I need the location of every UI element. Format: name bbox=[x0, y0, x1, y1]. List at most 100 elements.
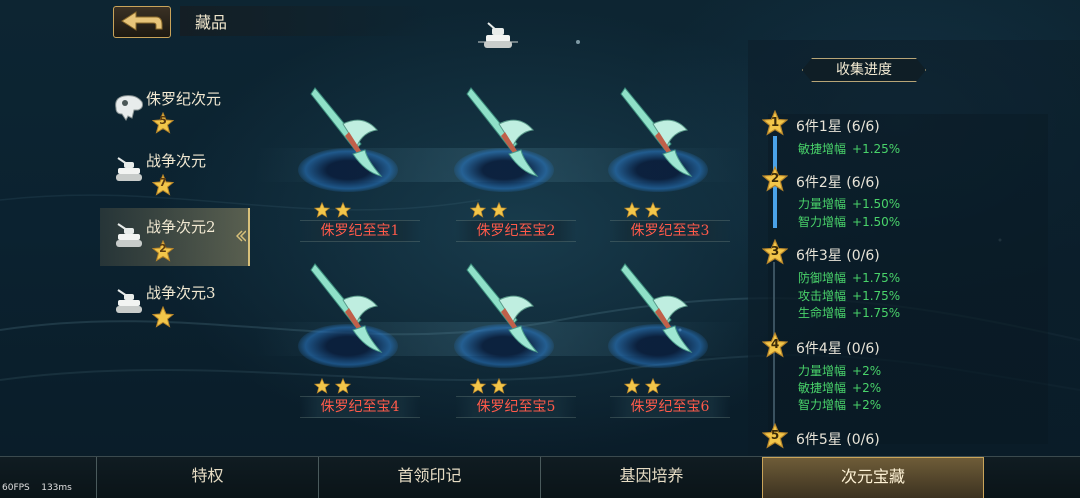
collection-item[interactable]: 侏罗纪至宝6 bbox=[588, 262, 730, 422]
item-stars bbox=[624, 378, 662, 394]
category-item-war[interactable]: 战争次元 7 bbox=[100, 142, 250, 200]
tab-dimension-treasure[interactable]: 次元宝藏 bbox=[762, 457, 984, 498]
star-icon bbox=[645, 378, 662, 394]
star-badge: 5 bbox=[151, 111, 175, 134]
category-name: 战争次元2 bbox=[146, 218, 216, 236]
bonus-name: 力量增幅 bbox=[798, 364, 847, 378]
tier-star-number: 1 bbox=[770, 115, 780, 129]
bonus-value: +2% bbox=[852, 398, 882, 412]
tank-icon bbox=[116, 223, 142, 247]
fps-counter: 60FPS 133ms bbox=[2, 483, 72, 493]
sword-icon bbox=[620, 87, 693, 177]
back-arrow-icon bbox=[121, 11, 163, 31]
star-icon bbox=[470, 378, 486, 394]
item-name: 侏罗纪至宝3 bbox=[610, 220, 730, 242]
star-icon bbox=[335, 202, 352, 218]
bonus-value: +1.75% bbox=[852, 289, 901, 303]
bonus-row: 力量增幅 +1.50% bbox=[798, 195, 900, 212]
bonus-name: 防御增幅 bbox=[798, 271, 847, 285]
bonus-value: +1.25% bbox=[852, 142, 901, 156]
bonus-row: 生命增幅 +1.75% bbox=[798, 304, 900, 321]
tank-icon bbox=[478, 22, 518, 48]
collection-grid: 侏罗纪至宝1 侏罗纪至宝2 侏罗纪至宝3 侏罗纪至宝4 侏罗纪至宝5 侏罗纪至宝… bbox=[250, 70, 750, 440]
category-item-war-3[interactable]: 战争次元3 bbox=[100, 274, 250, 332]
tier-label: 6件3星 (0/6) bbox=[796, 248, 880, 264]
item-stars bbox=[314, 202, 352, 218]
bonus-value: +1.75% bbox=[852, 306, 901, 320]
tab-privilege[interactable]: 特权 bbox=[96, 457, 318, 498]
bottom-tab-bar: 特权 首领印记 基因培养 次元宝藏 bbox=[0, 456, 1080, 498]
star-icon bbox=[624, 378, 640, 394]
fps-value: 60FPS bbox=[2, 483, 30, 493]
star-badge bbox=[151, 305, 175, 328]
tier-star: 4 bbox=[761, 331, 789, 358]
sword-icon bbox=[466, 263, 539, 353]
item-stars bbox=[314, 378, 352, 394]
star-count: 5 bbox=[159, 114, 167, 127]
tier-star-number: 3 bbox=[770, 244, 780, 258]
item-stars bbox=[470, 378, 508, 394]
category-item-war-2[interactable]: 战争次元2 2 bbox=[100, 208, 250, 266]
tier-star-number: 4 bbox=[770, 337, 780, 351]
bonus-value: +2% bbox=[852, 364, 882, 378]
collection-item[interactable]: 侏罗纪至宝5 bbox=[434, 262, 576, 422]
bonus-row: 敏捷增幅 +2% bbox=[798, 379, 881, 396]
star-icon bbox=[314, 202, 330, 218]
collection-item[interactable]: 侏罗纪至宝1 bbox=[278, 86, 420, 246]
bonus-name: 攻击增幅 bbox=[798, 289, 847, 303]
sword-icon bbox=[310, 263, 383, 353]
tier-label: 6件1星 (6/6) bbox=[796, 119, 880, 135]
bonus-row: 智力增幅 +1.50% bbox=[798, 213, 900, 230]
star-icon bbox=[645, 202, 662, 218]
star-badge: 2 bbox=[151, 239, 175, 262]
star-icon bbox=[335, 378, 352, 394]
star-icon bbox=[491, 378, 508, 394]
item-name: 侏罗纪至宝5 bbox=[456, 396, 576, 418]
tier-star-number: 2 bbox=[770, 171, 780, 185]
item-stars bbox=[624, 202, 662, 218]
bonus-row: 敏捷增幅 +1.25% bbox=[798, 140, 900, 157]
tab-gene-cultivation[interactable]: 基因培养 bbox=[540, 457, 762, 498]
category-name: 侏罗纪次元 bbox=[146, 90, 222, 108]
tier-star: 1 bbox=[761, 109, 789, 136]
bonus-name: 生命增幅 bbox=[798, 306, 847, 320]
sword-icon bbox=[466, 87, 539, 177]
bonus-value: +1.75% bbox=[852, 271, 901, 285]
back-button[interactable] bbox=[113, 6, 171, 38]
star-icon bbox=[491, 202, 508, 218]
tier-star-number: 5 bbox=[770, 428, 780, 442]
star-icon bbox=[470, 202, 486, 218]
frame-time: 133ms bbox=[41, 483, 72, 493]
star-icon bbox=[314, 378, 330, 394]
collection-item[interactable]: 侏罗纪至宝4 bbox=[278, 262, 420, 422]
tier-star: 3 bbox=[761, 238, 789, 265]
bonus-name: 智力增幅 bbox=[798, 215, 847, 229]
bonus-value: +1.50% bbox=[852, 197, 901, 211]
progress-title: 收集进度 bbox=[802, 58, 926, 82]
bonus-row: 智力增幅 +2% bbox=[798, 396, 881, 413]
bonus-name: 敏捷增幅 bbox=[798, 381, 847, 395]
star-icon bbox=[624, 202, 640, 218]
dino-skull-icon bbox=[115, 95, 143, 121]
item-name: 侏罗纪至宝6 bbox=[610, 396, 730, 418]
item-name: 侏罗纪至宝1 bbox=[300, 220, 420, 242]
page-title: 藏品 bbox=[195, 13, 228, 32]
star-count: 2 bbox=[159, 242, 167, 255]
sword-icon bbox=[310, 87, 383, 177]
tab-boss-mark[interactable]: 首领印记 bbox=[318, 457, 540, 498]
tier-star: 2 bbox=[761, 165, 789, 192]
collection-item[interactable]: 侏罗纪至宝2 bbox=[434, 86, 576, 246]
star-badge: 7 bbox=[151, 173, 175, 196]
tank-icon bbox=[116, 157, 142, 181]
collection-item[interactable]: 侏罗纪至宝3 bbox=[588, 86, 730, 246]
item-name: 侏罗纪至宝2 bbox=[456, 220, 576, 242]
bonus-name: 力量增幅 bbox=[798, 197, 847, 211]
category-name: 战争次元3 bbox=[146, 284, 216, 302]
sword-icon bbox=[620, 263, 693, 353]
bonus-value: +2% bbox=[852, 381, 882, 395]
bonus-name: 智力增幅 bbox=[798, 398, 847, 412]
star-count: 7 bbox=[159, 176, 167, 189]
category-item-jurassic[interactable]: 侏罗纪次元 5 bbox=[100, 80, 250, 138]
bonus-name: 敏捷增幅 bbox=[798, 142, 847, 156]
item-name: 侏罗纪至宝4 bbox=[300, 396, 420, 418]
